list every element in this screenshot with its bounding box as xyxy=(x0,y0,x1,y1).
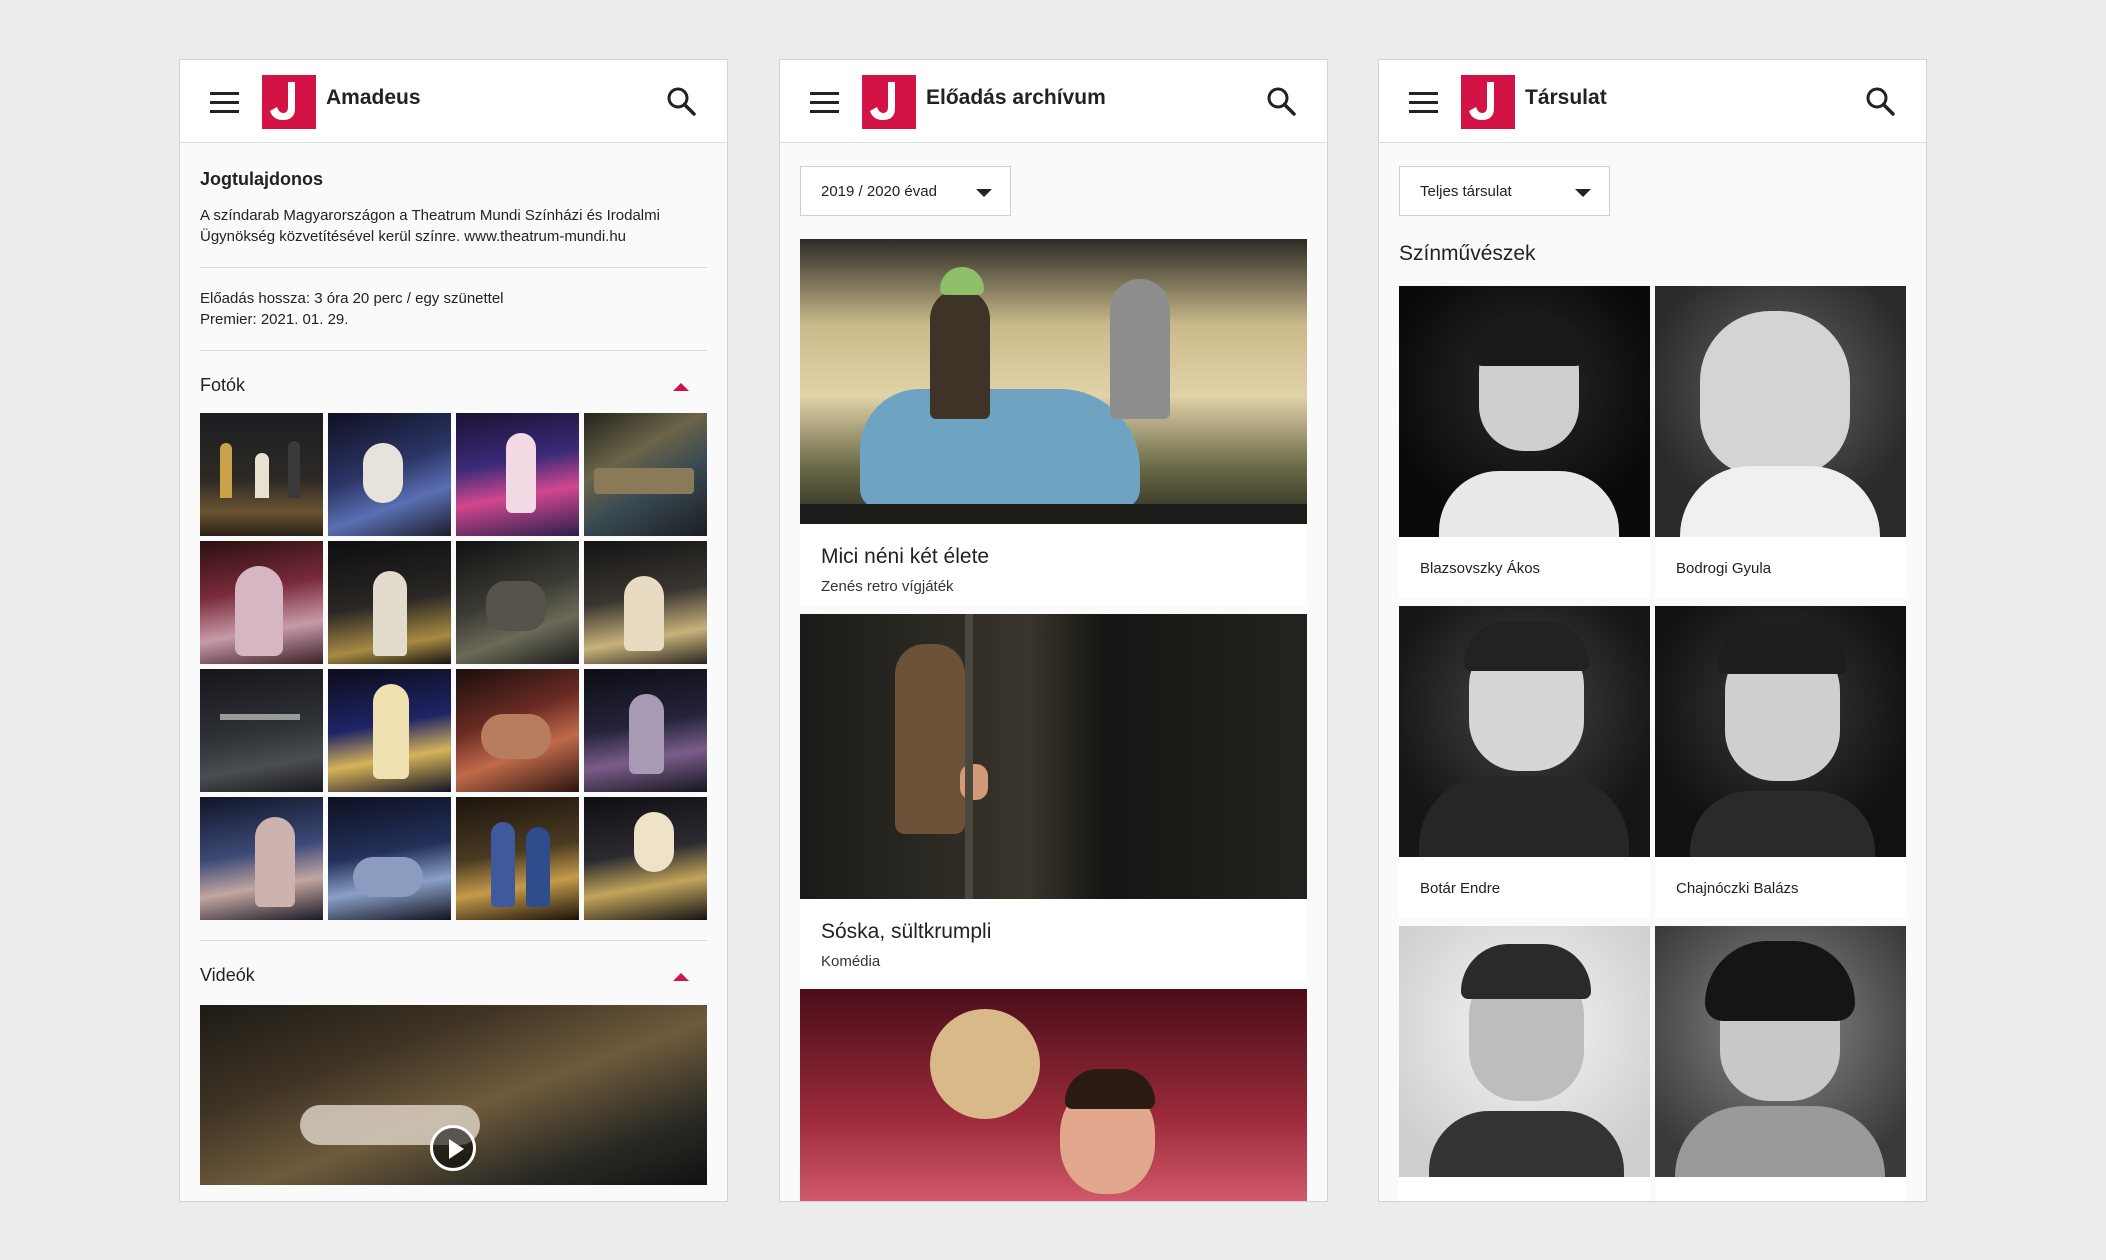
photo-thumbnail[interactable] xyxy=(200,541,323,664)
photo-thumbnail[interactable] xyxy=(328,413,451,536)
photos-section-header[interactable]: Fotók xyxy=(200,371,707,401)
hamburger-menu-icon[interactable] xyxy=(810,92,839,113)
section-heading: Színművészek xyxy=(1399,242,1536,265)
show-meta: Előadás hossza: 3 óra 20 perc / egy szün… xyxy=(200,288,707,330)
actor-photo xyxy=(1655,926,1906,1177)
search-icon[interactable] xyxy=(665,85,697,117)
show-card[interactable] xyxy=(800,989,1307,1201)
photo-thumbnail[interactable] xyxy=(584,669,707,792)
search-icon[interactable] xyxy=(1265,85,1297,117)
rights-text-line: A színdarab Magyarországon a Theatrum Mu… xyxy=(200,207,660,224)
videos-section-header[interactable]: Videók xyxy=(200,961,707,991)
photo-grid xyxy=(200,413,707,920)
photo-thumbnail[interactable] xyxy=(456,669,579,792)
theatre-logo[interactable] xyxy=(262,75,316,129)
company-select-value: Teljes társulat xyxy=(1420,183,1512,200)
actor-card[interactable] xyxy=(1655,926,1906,1201)
divider xyxy=(200,350,707,351)
actor-card[interactable] xyxy=(1399,926,1650,1201)
company-screen: Társulat Teljes társulat Színművészek Bl… xyxy=(1378,59,1927,1202)
actor-name: Bodrogi Gyula xyxy=(1676,560,1772,577)
show-subtitle: Komédia xyxy=(821,953,881,970)
actor-photo xyxy=(1399,286,1650,537)
show-card[interactable]: Mici néni két élete Zenés retro vígjáték xyxy=(800,239,1307,607)
photo-thumbnail[interactable] xyxy=(328,797,451,920)
theatre-logo[interactable] xyxy=(1461,75,1515,129)
actor-photo xyxy=(1399,606,1650,857)
page-title: Társulat xyxy=(1525,86,1607,109)
actor-card[interactable]: Bodrogi Gyula xyxy=(1655,286,1906,598)
page-title: Amadeus xyxy=(326,86,421,109)
collapse-icon[interactable] xyxy=(673,383,689,391)
actor-photo xyxy=(1655,606,1906,857)
photo-thumbnail[interactable] xyxy=(200,797,323,920)
photo-thumbnail[interactable] xyxy=(200,669,323,792)
show-card[interactable]: Sóska, sültkrumpli Komédia xyxy=(800,614,1307,982)
video-thumbnail[interactable] xyxy=(200,1005,707,1185)
photo-thumbnail[interactable] xyxy=(456,413,579,536)
show-length: Előadás hossza: 3 óra 20 perc / egy szün… xyxy=(200,290,504,307)
play-icon[interactable] xyxy=(430,1125,476,1171)
actor-card[interactable]: Chajnóczki Balázs xyxy=(1655,606,1906,918)
show-image xyxy=(800,614,1307,899)
rights-heading: Jogtulajdonos xyxy=(200,169,323,189)
photos-label: Fotók xyxy=(200,375,246,395)
chevron-down-icon xyxy=(1575,189,1591,197)
collapse-icon[interactable] xyxy=(673,973,689,981)
app-bar: Társulat xyxy=(1379,60,1926,143)
archive-screen: Előadás archívum 2019 / 2020 évad Mici n… xyxy=(779,59,1328,1202)
show-image xyxy=(800,989,1307,1201)
actor-name: Botár Endre xyxy=(1420,880,1501,897)
page-title: Előadás archívum xyxy=(926,86,1106,109)
photo-thumbnail[interactable] xyxy=(456,797,579,920)
app-bar: Előadás archívum xyxy=(780,60,1327,143)
photo-thumbnail[interactable] xyxy=(328,669,451,792)
hamburger-menu-icon[interactable] xyxy=(210,92,239,113)
actor-card[interactable]: Blazsovszky Ákos xyxy=(1399,286,1650,598)
photo-thumbnail[interactable] xyxy=(456,541,579,664)
show-title: Sóska, sültkrumpli xyxy=(821,920,992,943)
divider xyxy=(200,940,707,941)
actor-photo xyxy=(1655,286,1906,537)
company-select[interactable]: Teljes társulat xyxy=(1399,166,1610,216)
chevron-down-icon xyxy=(976,189,992,197)
hamburger-menu-icon[interactable] xyxy=(1409,92,1438,113)
show-image xyxy=(800,239,1307,524)
rights-text: A színdarab Magyarországon a Theatrum Mu… xyxy=(200,205,707,247)
season-select[interactable]: 2019 / 2020 évad xyxy=(800,166,1011,216)
actor-name: Chajnóczki Balázs xyxy=(1676,880,1799,897)
photo-thumbnail[interactable] xyxy=(584,797,707,920)
app-bar: Amadeus xyxy=(180,60,727,143)
photo-thumbnail[interactable] xyxy=(200,413,323,536)
actor-card[interactable]: Botár Endre xyxy=(1399,606,1650,918)
detail-screen-amadeus: Amadeus Jogtulajdonos A színdarab Magyar… xyxy=(179,59,728,1202)
actor-name: Blazsovszky Ákos xyxy=(1420,560,1541,577)
videos-label: Videók xyxy=(200,965,255,985)
photo-thumbnail[interactable] xyxy=(328,541,451,664)
season-select-value: 2019 / 2020 évad xyxy=(821,183,937,200)
show-title: Mici néni két élete xyxy=(821,545,990,568)
divider xyxy=(200,267,707,268)
actor-photo xyxy=(1399,926,1650,1177)
theatre-logo[interactable] xyxy=(862,75,916,129)
photo-thumbnail[interactable] xyxy=(584,413,707,536)
show-subtitle: Zenés retro vígjáték xyxy=(821,578,954,595)
photo-thumbnail[interactable] xyxy=(584,541,707,664)
premiere-date: Premier: 2021. 01. 29. xyxy=(200,311,349,328)
search-icon[interactable] xyxy=(1864,85,1896,117)
rights-text-line: Ügynökség közvetítésével kerül színre. w… xyxy=(200,228,627,245)
